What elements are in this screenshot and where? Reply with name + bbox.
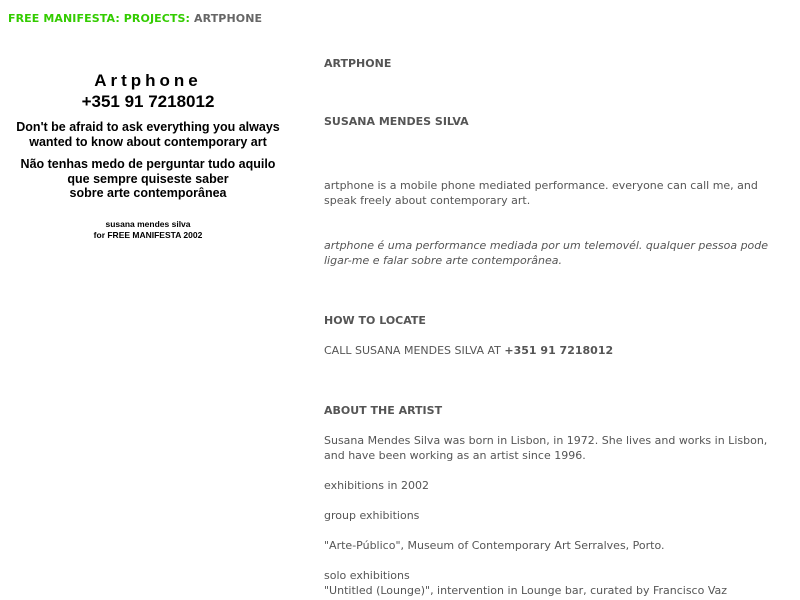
- group-exhibitions-label: group exhibitions: [324, 509, 420, 522]
- how-to-locate-text: CALL SUSANA MENDES SILVA AT +351 91 7218…: [324, 343, 774, 358]
- breadcrumb-link-free-manifesta[interactable]: FREE MANIFESTA:: [8, 12, 120, 25]
- poster-english-line: wanted to know about contemporary art: [29, 135, 267, 149]
- description-english: artphone is a mobile phone mediated perf…: [324, 179, 758, 207]
- solo-exhibition-item: "Untitled (Lounge)", intervention in Lou…: [324, 584, 728, 597]
- project-title: ARTPHONE: [324, 57, 392, 70]
- solo-exhibitions-label: solo exhibitions: [324, 569, 410, 582]
- poster-portuguese-text: Não tenhas medo de perguntar tudo aquilo…: [8, 157, 288, 201]
- exhibitions-year: exhibitions in 2002: [324, 479, 429, 492]
- poster-english-line: Don't be afraid to ask everything you al…: [16, 120, 280, 134]
- poster-title: Artphone: [94, 71, 202, 90]
- breadcrumb: FREE MANIFESTA: PROJECTS: ARTPHONE: [8, 12, 262, 25]
- about-artist-text: Susana Mendes Silva was born in Lisbon, …: [324, 434, 768, 462]
- poster-english-text: Don't be afraid to ask everything you al…: [8, 120, 288, 150]
- poster-credit-line: susana mendes silva: [105, 218, 191, 229]
- poster-credit: susana mendes silva for FREE MANIFESTA 2…: [8, 219, 288, 241]
- about-artist-heading: ABOUT THE ARTIST: [324, 404, 443, 417]
- locate-instruction: CALL SUSANA MENDES SILVA AT: [324, 344, 505, 357]
- artphone-poster: Artphone +351 91 7218012 Don't be afraid…: [8, 70, 288, 241]
- poster-portuguese-line: que sempre quiseste saber: [67, 171, 229, 186]
- poster-credit-line: for FREE MANIFESTA 2002: [93, 229, 203, 240]
- description-portuguese: artphone é uma performance mediada por u…: [324, 239, 769, 267]
- poster-phone: +351 91 7218012: [81, 92, 215, 111]
- breadcrumb-current: ARTPHONE: [194, 12, 263, 25]
- poster-portuguese-line: Não tenhas medo de perguntar tudo aquilo: [20, 157, 276, 171]
- how-to-locate-heading: HOW TO LOCATE: [324, 314, 426, 327]
- artist-name: SUSANA MENDES SILVA: [324, 115, 469, 128]
- group-exhibition-item: "Arte-Público", Museum of Contemporary A…: [324, 539, 665, 552]
- locate-phone: +351 91 7218012: [504, 344, 614, 357]
- breadcrumb-link-projects[interactable]: PROJECTS:: [124, 12, 190, 25]
- poster-portuguese-line: sobre arte contemporânea: [69, 186, 227, 200]
